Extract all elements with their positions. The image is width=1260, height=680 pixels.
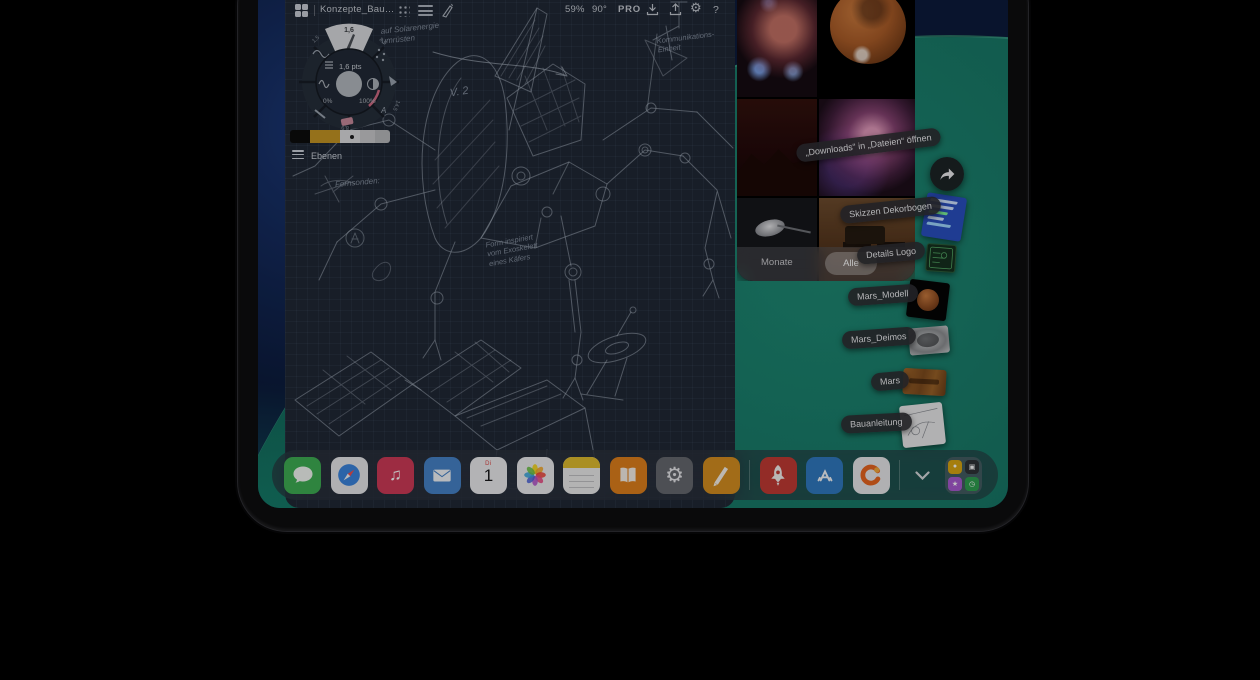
import-icon[interactable] <box>646 3 659 16</box>
calendar-day: 1 <box>470 466 507 486</box>
toolbar-divider <box>314 5 315 16</box>
app-safari[interactable] <box>331 457 368 494</box>
notes-line <box>569 475 594 477</box>
music-note-icon: ♫ <box>389 465 402 485</box>
palette-selection-dot <box>350 135 354 139</box>
settings-gear-icon[interactable]: ⚙ <box>690 1 702 14</box>
library-mini-star: ★ <box>948 477 962 491</box>
pen-icon <box>708 462 734 488</box>
drag-item-label[interactable]: Bauanleitung <box>841 412 912 434</box>
rocket-icon <box>765 462 791 488</box>
app-settings[interactable]: ⚙ <box>656 457 693 494</box>
wheel-size-2: 8,5 <box>378 37 388 47</box>
wheel-size-1: 1,5 <box>311 35 321 45</box>
opacity-min: 0% <box>323 98 333 105</box>
palette-grays[interactable] <box>340 130 390 143</box>
notes-line <box>569 487 594 489</box>
app-app-store[interactable] <box>806 457 843 494</box>
photo-flame-nebula[interactable] <box>737 0 817 97</box>
annotation-version: V. 2 <box>449 85 470 102</box>
palette-black[interactable] <box>290 130 310 143</box>
opacity-max: 100% <box>359 98 376 105</box>
books-icon <box>615 462 641 488</box>
app-sketch-pen[interactable] <box>703 457 740 494</box>
photo-mars-globe[interactable] <box>819 0 915 97</box>
dock-divider <box>899 460 900 490</box>
segment-months[interactable]: Monate <box>761 257 793 268</box>
app-library-tile[interactable]: ● ▣ ★ ◷ <box>945 457 982 494</box>
export-icon[interactable] <box>669 3 682 16</box>
thumb-mars-map[interactable] <box>902 368 946 396</box>
help-button[interactable]: ? <box>713 4 719 16</box>
app-mail[interactable] <box>424 457 461 494</box>
brush-size-label: 1,6 pts <box>339 62 362 71</box>
notes-line <box>569 481 594 483</box>
app-books[interactable] <box>610 457 647 494</box>
library-mini-clock: ◷ <box>965 477 979 491</box>
dock: ♫ Di 1 <box>272 450 998 500</box>
app-messages[interactable] <box>284 457 321 494</box>
library-mini-camera: ▣ <box>965 460 979 474</box>
app-music[interactable]: ♫ <box>377 457 414 494</box>
wheel-size-3: 14,5 <box>391 99 401 111</box>
selection-lines-icon[interactable] <box>418 5 433 19</box>
settings-gear-glyph: ⚙ <box>665 463 684 488</box>
ipad-screen: auf Solarenergie umrüsten V. 2 Kommunika… <box>258 0 1008 508</box>
notes-band <box>563 457 600 468</box>
chevron-down-icon <box>915 471 930 480</box>
concepts-app-window[interactable]: auf Solarenergie umrüsten V. 2 Kommunika… <box>285 0 735 508</box>
color-palette-bar[interactable] <box>290 130 390 143</box>
tool-wheel[interactable]: 1,6 A 1,5 8,5 14,5 8,9 <box>291 18 407 138</box>
dock-collapse-chevron[interactable] <box>910 457 936 494</box>
app-concepts[interactable] <box>853 457 890 494</box>
dock-divider <box>749 460 750 490</box>
circuit-doodle <box>926 244 956 272</box>
concepts-c-icon <box>858 462 884 488</box>
palette-gold[interactable] <box>310 130 340 143</box>
app-photos[interactable] <box>517 457 554 494</box>
messages-icon <box>290 462 316 488</box>
mail-icon <box>429 462 455 488</box>
active-size-label: 1,6 <box>344 27 354 34</box>
safari-icon <box>336 462 362 488</box>
layers-label: Ebenen <box>311 151 342 161</box>
app-notes[interactable] <box>563 457 600 494</box>
document-title: Konzepte_Bau… <box>320 4 394 15</box>
layers-menu-icon <box>292 150 304 161</box>
library-mini-yellow: ● <box>948 460 962 474</box>
gallery-grid-icon[interactable] <box>295 4 308 17</box>
zoom-level[interactable]: 59% <box>565 4 585 15</box>
pro-badge[interactable]: PRO <box>618 4 641 15</box>
stage: auf Solarenergie umrüsten V. 2 Kommunika… <box>0 0 1260 680</box>
photos-flower-icon <box>522 462 548 488</box>
svg-text:A: A <box>380 106 386 115</box>
sticker-logo-green[interactable] <box>925 243 957 273</box>
share-forward-button[interactable] <box>930 157 964 191</box>
stylus-icon[interactable] <box>440 3 454 18</box>
rotation-value[interactable]: 90° <box>592 4 607 15</box>
app-calendar[interactable]: Di 1 <box>470 457 507 494</box>
layers-button[interactable]: Ebenen <box>292 150 342 161</box>
forward-arrow-icon <box>938 166 956 182</box>
app-store-icon <box>812 462 838 488</box>
precision-grid-icon[interactable] <box>397 4 410 17</box>
app-rocket[interactable] <box>760 457 797 494</box>
